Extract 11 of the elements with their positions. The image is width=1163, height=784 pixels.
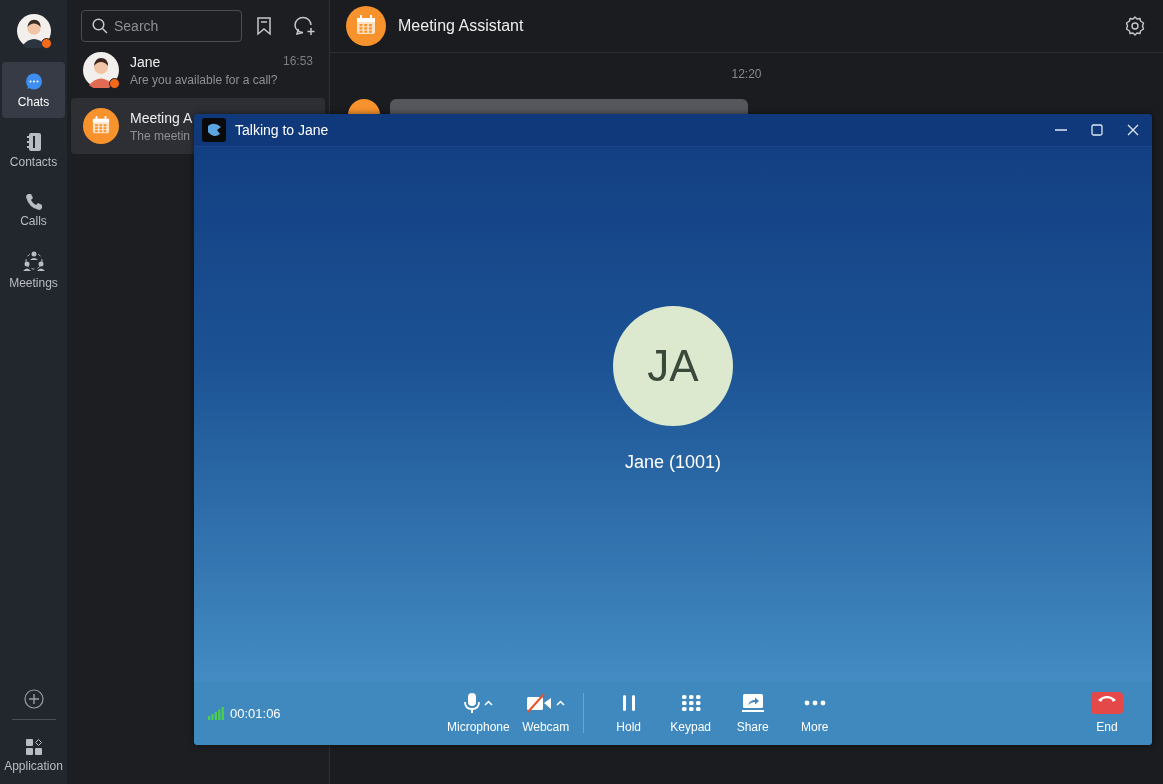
chat-time: 16:53 — [282, 53, 313, 70]
chat-name: Meeting A — [130, 109, 193, 126]
chat-name: Jane — [130, 53, 161, 70]
call-duration: 00:01:06 — [230, 705, 281, 721]
caller-name: Jane (1001) — [624, 451, 722, 473]
chat-preview: Are you available for a call? — [130, 72, 278, 87]
call-window-title: Talking to Jane — [235, 122, 330, 138]
message-time: 12:20 — [730, 67, 763, 81]
conversation-title: Meeting Assistant — [398, 17, 525, 35]
caller-initials: JA — [613, 305, 733, 426]
chat-preview: The meetin — [130, 128, 191, 143]
